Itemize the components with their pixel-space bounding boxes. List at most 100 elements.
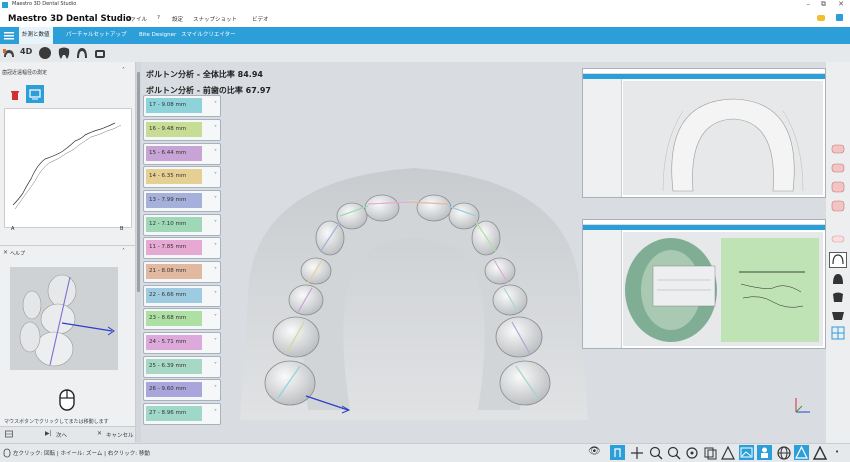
image-view-button[interactable] [739,445,754,460]
target-icon[interactable] [685,446,699,460]
grid-view-icon[interactable] [831,326,845,340]
select-tool-button[interactable] [610,445,625,460]
base-icon[interactable] [831,308,845,322]
statusbar: 左クリック: 回転 | ホイール: ズーム | 右クリック: 移動 👁 • [0,443,850,462]
close-help-icon[interactable]: ✕ [3,249,8,256]
delete-button[interactable] [9,89,21,101]
tooth-row[interactable]: 25 - 6.39 mm ˅ [143,356,221,378]
lower-arch-icon[interactable] [831,272,845,286]
panel-scrollbar[interactable] [136,62,141,442]
collapse-icon[interactable]: ˄ [122,67,125,74]
hamburger-menu-button[interactable] [0,27,18,44]
tooth-width-label: 12 - 7.10 mm [146,217,202,232]
chevron-down-icon[interactable]: ˅ [214,291,217,298]
tab-smile-creator[interactable]: スマイルクリエイター [178,27,239,44]
outline-triangle-icon[interactable] [813,446,827,460]
hamburger-icon [4,32,14,40]
tooth-row[interactable]: 21 - 8.08 mm ˅ [143,261,221,283]
crown-icon[interactable] [93,46,107,60]
tooth-width-label: 24 - 5.71 mm [146,335,202,350]
window-title: Maestro 3D Dental Studio [12,1,77,7]
tooth-row[interactable]: 27 - 8.96 mm ˅ [143,403,221,425]
tooth-model-icon[interactable] [2,46,16,60]
arch-icon[interactable] [75,46,89,60]
more-icon[interactable]: • [835,448,839,456]
copy-icon[interactable] [703,446,717,460]
bite-icon[interactable] [831,199,845,213]
cancel-icon: ✕ [97,430,103,437]
tooth-row[interactable]: 13 - 7.99 mm ˅ [143,190,221,212]
lower-jaw-icon[interactable] [831,161,845,175]
menu-snapshot[interactable]: スナップショット [193,15,237,23]
occlusion-icon[interactable] [831,180,845,194]
3d-viewport[interactable] [228,140,600,426]
zoom-out-icon[interactable] [667,446,681,460]
tab-measurement[interactable]: 計測と数値 [19,27,53,44]
chevron-down-icon[interactable]: ˅ [214,243,217,250]
measure-tool-button[interactable] [26,85,44,103]
pan-icon[interactable] [630,446,644,460]
tooth-row[interactable]: 12 - 7.10 mm ˅ [143,214,221,236]
chevron-down-icon[interactable]: ˅ [214,362,217,369]
tooth-icon[interactable] [57,46,71,60]
chevron-down-icon[interactable]: ˅ [214,172,217,179]
chevron-down-icon[interactable]: ˅ [214,314,217,321]
chat-icon[interactable] [817,15,825,21]
chevron-down-icon[interactable]: ˅ [214,220,217,227]
tooth-width-label: 13 - 7.99 mm [146,193,202,208]
thumb-sidepanel [583,79,622,197]
ruler-icon [29,89,41,100]
snapshot-thumbnail-top[interactable] [582,68,826,198]
tooth-row[interactable]: 15 - 6.44 mm ˅ [143,143,221,165]
scrollbar-thumb[interactable] [137,72,140,292]
chevron-down-icon[interactable]: ˅ [214,385,217,392]
tooth-row[interactable]: 11 - 7.85 mm ˅ [143,237,221,259]
zoom-in-icon[interactable] [649,446,663,460]
panel-settings-button[interactable] [5,430,13,438]
next-button[interactable]: 次へ [56,431,67,439]
chevron-down-icon[interactable]: ˅ [214,196,217,203]
tab-bite-designer[interactable]: Bite Designer [136,27,179,44]
eye-icon[interactable]: 👁 [588,446,601,457]
tooth-row[interactable]: 23 - 8.68 mm ˅ [143,308,221,330]
cancel-button[interactable]: キャンセル [106,431,134,439]
tooth-crown-icon[interactable] [831,290,845,304]
tooth-row[interactable]: 26 - 9.60 mm ˅ [143,379,221,401]
collapse-help-icon[interactable]: ˄ [122,248,125,255]
chevron-down-icon[interactable]: ˅ [214,338,217,345]
menu-video[interactable]: ビデオ [252,15,269,23]
minimize-icon[interactable]: – [807,0,811,8]
account-icon[interactable] [836,14,843,21]
overlay-view-button[interactable] [757,445,772,460]
tooth-row[interactable]: 22 - 6.66 mm ˅ [143,285,221,307]
triangle-view-button[interactable] [794,445,809,460]
snapshot-thumbnail-bottom[interactable] [582,219,826,349]
wire-icon[interactable] [829,252,847,268]
upper-jaw-icon[interactable] [831,142,845,156]
tooth-row[interactable]: 24 - 5.71 mm ˅ [143,332,221,354]
tooth-width-label: 22 - 6.66 mm [146,288,202,303]
restore-icon[interactable]: ⧉ [821,0,826,9]
tab-virtual-setup[interactable]: パーチャルセットアップ [63,27,129,44]
tooth-row[interactable]: 16 - 9.48 mm ˅ [143,119,221,141]
tooth-row[interactable]: 14 - 6.35 mm ˅ [143,166,221,188]
4d-mode-button[interactable]: 4D [20,47,32,56]
next-icon: ▶| [45,430,52,437]
globe-icon[interactable] [777,446,791,460]
gum-icon[interactable] [831,232,845,246]
chevron-down-icon[interactable]: ˅ [214,101,217,108]
menu-file[interactable]: ファイル [125,15,147,23]
chevron-down-icon[interactable]: ˅ [214,125,217,132]
chevron-down-icon[interactable]: ˅ [214,267,217,274]
menu-help[interactable]: ? [157,15,160,21]
tooth-row[interactable]: 17 - 9.08 mm ˅ [143,95,221,117]
sphere-icon[interactable] [39,47,51,59]
measure-triangle-icon[interactable] [721,446,735,460]
chevron-down-icon[interactable]: ˅ [214,409,217,416]
close-icon[interactable]: ✕ [838,0,844,8]
thumb-sidepanel [583,230,622,348]
right-toolstrip [826,62,850,443]
chevron-down-icon[interactable]: ˅ [214,149,217,156]
tooth-width-label: 17 - 9.08 mm [146,98,202,113]
menu-settings[interactable]: 設定 [172,15,183,23]
